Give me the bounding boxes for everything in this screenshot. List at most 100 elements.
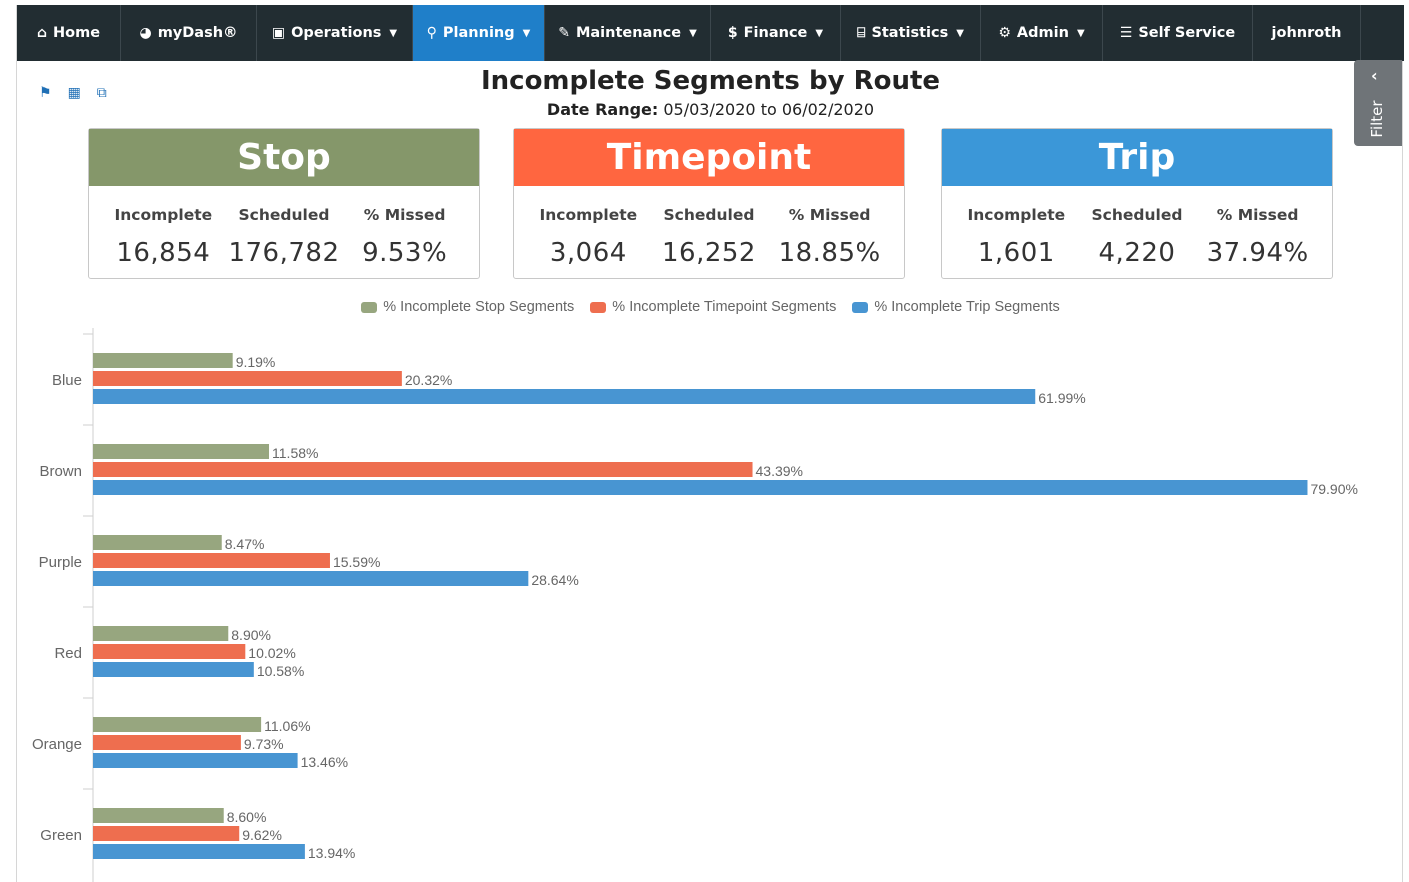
scheduled-stat: Scheduled 4,220 xyxy=(1077,206,1197,268)
date-range-label: Date Range: xyxy=(546,100,659,119)
summary-card-trip: Trip Incomplete 1,601 Scheduled 4,220 % Misse… xyxy=(941,128,1333,279)
data-label: 15.59% xyxy=(333,554,380,570)
stat-value: 18.85% xyxy=(778,238,881,268)
incomplete-stat: Incomplete 3,064 xyxy=(528,206,648,268)
legend-item[interactable]: % Incomplete Stop Segments xyxy=(361,299,574,315)
nav-item-home[interactable]: ⌂ Home xyxy=(17,5,121,61)
nav-item-planning[interactable]: ⚲ Planning ▼ xyxy=(413,5,545,61)
caret-down-icon: ▼ xyxy=(689,27,697,39)
missed-stat: % Missed 9.53% xyxy=(345,206,465,268)
bank-icon: ⌸ xyxy=(857,25,866,41)
bar[interactable] xyxy=(93,535,222,550)
legend-label: % Incomplete Stop Segments xyxy=(383,299,575,315)
bar[interactable] xyxy=(93,717,262,732)
legend-swatch xyxy=(361,301,378,313)
category-label: Red xyxy=(54,645,82,662)
nav-item-label: Statistics xyxy=(871,25,949,41)
main-navbar: ⌂ Home ◕ myDash® ▣ Operations ▼ ⚲ Planning ▼ ✎ Main… xyxy=(17,5,1404,61)
home-icon: ⌂ xyxy=(36,25,47,41)
nav-item-label: Admin xyxy=(1016,25,1069,41)
dashboard-icon: ◕ xyxy=(139,25,152,41)
data-label: 28.64% xyxy=(531,572,578,588)
stat-label: Incomplete xyxy=(539,206,638,224)
bar[interactable] xyxy=(93,644,246,659)
stat-value: 16,252 xyxy=(661,238,756,268)
stat-label: Scheduled xyxy=(663,206,755,224)
nav-item-mydash[interactable]: ◕ myDash® xyxy=(121,5,257,61)
nav-item-label: Operations xyxy=(291,25,382,41)
stat-label: Incomplete xyxy=(967,206,1066,224)
stat-label: % Missed xyxy=(1216,206,1299,224)
data-label: 9.73% xyxy=(244,736,284,752)
bar[interactable] xyxy=(93,808,224,823)
bar[interactable] xyxy=(93,462,753,477)
data-label: 61.99% xyxy=(1038,390,1085,406)
stat-label: % Missed xyxy=(363,206,446,224)
missed-stat: % Missed 37.94% xyxy=(1198,206,1318,268)
database-icon: ☰ xyxy=(1119,25,1133,41)
data-label: 8.60% xyxy=(227,809,267,825)
bar[interactable] xyxy=(93,662,254,677)
legend-item[interactable]: % Incomplete Trip Segments xyxy=(852,299,1060,315)
nav-item-finance[interactable]: $ Finance ▼ xyxy=(711,5,841,61)
legend-label: % Incomplete Timepoint Segments xyxy=(612,299,837,315)
caret-down-icon: ▼ xyxy=(389,27,398,39)
bar[interactable] xyxy=(93,571,529,586)
scheduled-stat: Scheduled 176,782 xyxy=(224,206,344,268)
card-title: Stop xyxy=(89,129,479,186)
summary-card-stop: Stop Incomplete 16,854 Scheduled 176,782% Mi… xyxy=(88,128,480,279)
bar[interactable] xyxy=(93,371,402,386)
dollar-icon: $ xyxy=(727,25,738,41)
nav-item-johnroth[interactable]: johnroth xyxy=(1253,5,1361,61)
bar[interactable] xyxy=(93,735,241,750)
data-label: 10.58% xyxy=(257,663,304,679)
bar[interactable] xyxy=(93,353,233,368)
bar[interactable] xyxy=(93,444,270,459)
date-from: 05/03/2020 xyxy=(663,100,756,119)
stat-label: Scheduled xyxy=(1091,206,1183,224)
legend-label: % Incomplete Trip Segments xyxy=(874,299,1060,315)
nav-item-label: Self Service xyxy=(1138,25,1236,41)
data-label: 13.46% xyxy=(301,754,348,770)
bar[interactable] xyxy=(93,844,305,859)
incomplete-stat: Incomplete 16,854 xyxy=(103,206,223,268)
app-frame: ⌂ Home ◕ myDash® ▣ Operations ▼ ⚲ Planning ▼ ✎ Main… xyxy=(16,5,1404,882)
stat-value: 37.94% xyxy=(1206,238,1309,268)
nav-item-operations[interactable]: ▣ Operations ▼ xyxy=(257,5,413,61)
card-title: Timepoint xyxy=(514,129,904,186)
legend-swatch xyxy=(852,301,869,313)
nav-item-label: Finance xyxy=(743,25,808,41)
map-marker-icon: ⚲ xyxy=(426,25,437,41)
bar[interactable] xyxy=(93,753,298,768)
nav-item-label: johnroth xyxy=(1271,25,1342,41)
legend-swatch xyxy=(590,301,607,313)
nav-item-statistics[interactable]: ⌸ Statistics ▼ xyxy=(841,5,981,61)
cogs-icon: ⚙ xyxy=(998,25,1011,41)
chart-legend: % Incomplete Stop Segments % Incomplete T… xyxy=(17,299,1404,315)
bar[interactable] xyxy=(93,389,1036,404)
data-label: 13.94% xyxy=(308,845,355,861)
data-label: 9.19% xyxy=(236,354,276,370)
category-label: Blue xyxy=(52,372,82,389)
bar[interactable] xyxy=(93,826,240,841)
bar[interactable] xyxy=(93,480,1308,495)
stat-value: 9.53% xyxy=(362,238,448,268)
stat-label: % Missed xyxy=(788,206,871,224)
category-label: Orange xyxy=(32,736,82,753)
bar[interactable] xyxy=(93,626,229,641)
data-label: 9.62% xyxy=(242,827,282,843)
date-to-word: to xyxy=(760,100,777,119)
nav-item-admin[interactable]: ⚙ Admin ▼ xyxy=(981,5,1103,61)
nav-item-maintenance[interactable]: ✎ Maintenance ▼ xyxy=(545,5,711,61)
stat-value: 1,601 xyxy=(977,238,1055,268)
nav-item-self-service[interactable]: ☰ Self Service xyxy=(1103,5,1253,61)
data-label: 43.39% xyxy=(756,463,803,479)
stat-label: Incomplete xyxy=(114,206,213,224)
stat-value: 176,782 xyxy=(228,238,340,268)
legend-item[interactable]: % Incomplete Timepoint Segments xyxy=(590,299,836,315)
bar[interactable] xyxy=(93,553,330,568)
missed-stat: % Missed 18.85% xyxy=(770,206,890,268)
stat-label: Scheduled xyxy=(238,206,330,224)
data-label: 79.90% xyxy=(1310,481,1357,497)
category-label: Purple xyxy=(39,554,82,571)
